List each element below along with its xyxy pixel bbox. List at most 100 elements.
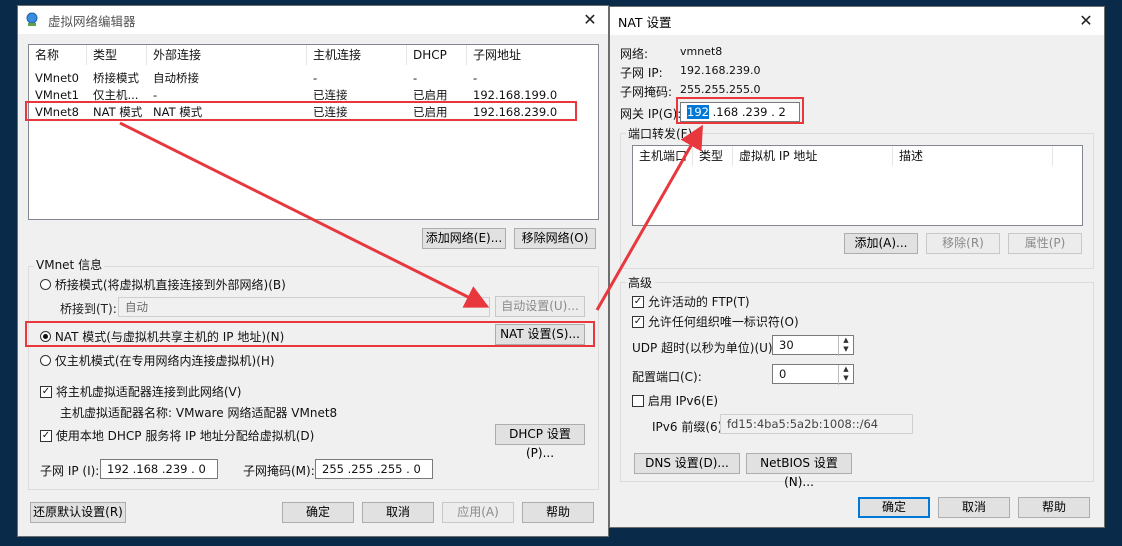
- col-type[interactable]: 类型: [87, 45, 147, 65]
- close-icon[interactable]: ✕: [580, 10, 600, 30]
- col-type[interactable]: 类型: [693, 146, 733, 166]
- subnet-mask-label: 子网掩码:: [620, 85, 673, 99]
- use-dhcp-label: 使用本地 DHCP 服务将 IP 地址分配给虚拟机(D): [55, 429, 315, 443]
- remove-network-button[interactable]: 移除网络(O): [514, 228, 596, 249]
- cancel-button[interactable]: 取消: [362, 502, 434, 523]
- add-network-button[interactable]: 添加网络(E)...: [422, 228, 506, 249]
- cell: 192.168.199.0: [473, 88, 558, 102]
- connect-adapter-checkbox[interactable]: ✓: [40, 385, 52, 398]
- subnet-mask-value: 255.255.255.0: [680, 83, 761, 96]
- nat-settings-button[interactable]: NAT 设置(S)...: [495, 324, 585, 345]
- hostonly-mode-label: 仅主机模式(在专用网络内连接虚拟机)(H): [54, 354, 275, 368]
- subnet-mask-field[interactable]: 255 .255 .255 . 0: [315, 459, 433, 479]
- config-port-value: 0: [779, 367, 787, 381]
- col-host-conn[interactable]: 主机连接: [307, 45, 407, 65]
- allow-uuid-option[interactable]: ✓ 允许任何组织唯一标识符(O): [632, 313, 799, 330]
- bridge-to-label: 桥接到(T):: [60, 302, 117, 316]
- ok-button[interactable]: 确定: [282, 502, 354, 523]
- network-label: 网络:: [620, 47, 649, 61]
- cell: 已连接: [313, 105, 348, 119]
- restore-defaults-button[interactable]: 还原默认设置(R): [30, 502, 126, 523]
- close-icon[interactable]: ✕: [1076, 11, 1096, 31]
- spin-arrows-icon[interactable]: ▲ ▼: [838, 365, 853, 385]
- allow-uuid-checkbox[interactable]: ✓: [632, 315, 644, 328]
- col-host-port[interactable]: 主机端口: [633, 146, 693, 166]
- network-list-header: 名称 类型 外部连接 主机连接 DHCP 子网地址: [29, 45, 577, 65]
- vmnet-info-label: VMnet 信息: [34, 256, 105, 273]
- netbios-settings-button[interactable]: NetBIOS 设置(N)...: [746, 453, 852, 489]
- bridge-to-select: 自动: [118, 297, 490, 317]
- enable-ipv6-checkbox[interactable]: [632, 394, 644, 407]
- connect-adapter-label: 将主机虚拟适配器连接到此网络(V): [55, 385, 242, 399]
- subnet-ip-field[interactable]: 192 .168 .239 . 0: [100, 459, 218, 479]
- cell: -: [313, 71, 318, 85]
- nat-radio[interactable]: [40, 331, 51, 342]
- connect-adapter-option[interactable]: ✓ 将主机虚拟适配器连接到此网络(V): [40, 383, 241, 400]
- nat-mode-label: NAT 模式(与虚拟机共享主机的 IP 地址)(N): [54, 330, 285, 344]
- cancel-button[interactable]: 取消: [938, 497, 1010, 518]
- port-forward-list[interactable]: 主机端口 类型 虚拟机 IP 地址 描述: [632, 145, 1083, 226]
- cell: 桥接模式: [93, 71, 139, 85]
- nat-titlebar: NAT 设置 ✕: [610, 7, 1104, 35]
- hostonly-mode-option[interactable]: 仅主机模式(在专用网络内连接虚拟机)(H): [40, 352, 275, 369]
- use-dhcp-checkbox[interactable]: ✓: [40, 429, 52, 442]
- network-app-icon: [26, 12, 38, 26]
- port-forward-label: 端口转发(F): [626, 125, 695, 142]
- cell: NAT 模式: [153, 105, 203, 119]
- allow-ftp-checkbox[interactable]: ✓: [632, 295, 644, 308]
- auto-settings-button: 自动设置(U)...: [495, 296, 585, 317]
- pf-remove-button: 移除(R): [926, 233, 1000, 254]
- use-dhcp-option[interactable]: ✓ 使用本地 DHCP 服务将 IP 地址分配给虚拟机(D): [40, 427, 314, 444]
- pf-add-button[interactable]: 添加(A)...: [844, 233, 918, 254]
- cell: NAT 模式: [93, 105, 143, 119]
- subnet-ip-label: 子网 IP (I):: [40, 464, 100, 478]
- nat-settings-window: NAT 设置 ✕ 网络: vmnet8 子网 IP: 192.168.239.0…: [609, 6, 1105, 528]
- gateway-ip-field[interactable]: 192 .168 .239 . 2: [680, 102, 800, 122]
- cell: -: [413, 71, 418, 85]
- ipv6-prefix-label: IPv6 前缀(6):: [652, 420, 727, 434]
- cell: VMnet8: [35, 105, 79, 119]
- bridge-radio[interactable]: [40, 279, 51, 290]
- allow-uuid-label: 允许任何组织唯一标识符(O): [647, 315, 799, 329]
- col-subnet[interactable]: 子网地址: [467, 45, 577, 65]
- network-value: vmnet8: [680, 45, 723, 58]
- help-button[interactable]: 帮助: [1018, 497, 1090, 518]
- col-vm-ip[interactable]: 虚拟机 IP 地址: [733, 146, 893, 166]
- bridge-mode-label: 桥接模式(将虚拟机直接连接到外部网络)(B): [54, 278, 286, 292]
- cell: 已启用: [413, 105, 448, 119]
- dns-settings-button[interactable]: DNS 设置(D)...: [634, 453, 740, 474]
- enable-ipv6-option[interactable]: 启用 IPv6(E): [632, 392, 718, 409]
- vne-title: 虚拟网络编辑器: [48, 13, 136, 29]
- subnet-ip-label: 子网 IP:: [620, 66, 663, 80]
- gateway-label: 网关 IP(G):: [620, 107, 682, 121]
- hostonly-radio[interactable]: [40, 355, 51, 366]
- subnet-mask-label: 子网掩码(M):: [243, 464, 315, 478]
- config-port-label: 配置端口(C):: [632, 370, 702, 384]
- nat-title: NAT 设置: [618, 14, 672, 30]
- col-name[interactable]: 名称: [29, 45, 87, 65]
- network-list[interactable]: 名称 类型 外部连接 主机连接 DHCP 子网地址 VMnet0 桥接模式 自动…: [28, 44, 599, 220]
- cell: -: [473, 71, 478, 85]
- dhcp-settings-button[interactable]: DHCP 设置(P)...: [495, 424, 585, 460]
- virtual-network-editor-window: 虚拟网络编辑器 ✕ 名称 类型 外部连接 主机连接 DHCP 子网地址 VMne…: [17, 5, 609, 537]
- apply-button: 应用(A): [442, 502, 514, 523]
- col-external[interactable]: 外部连接: [147, 45, 307, 65]
- port-forward-header: 主机端口 类型 虚拟机 IP 地址 描述: [633, 146, 1053, 166]
- cell: 192.168.239.0: [473, 105, 558, 119]
- help-button[interactable]: 帮助: [522, 502, 594, 523]
- spin-arrows-icon[interactable]: ▲ ▼: [838, 336, 853, 356]
- pf-properties-button: 属性(P): [1008, 233, 1082, 254]
- col-description[interactable]: 描述: [893, 146, 1053, 166]
- col-dhcp[interactable]: DHCP: [407, 45, 467, 65]
- nat-mode-option[interactable]: NAT 模式(与虚拟机共享主机的 IP 地址)(N): [40, 328, 284, 345]
- cell: 已启用: [413, 88, 448, 102]
- allow-ftp-option[interactable]: ✓ 允许活动的 FTP(T): [632, 293, 750, 310]
- ok-button[interactable]: 确定: [858, 497, 930, 518]
- allow-ftp-label: 允许活动的 FTP(T): [647, 295, 750, 309]
- cell: VMnet1: [35, 88, 79, 102]
- bridge-mode-option[interactable]: 桥接模式(将虚拟机直接连接到外部网络)(B): [40, 276, 286, 293]
- udp-timeout-stepper[interactable]: 30 ▲ ▼: [772, 335, 854, 356]
- config-port-stepper[interactable]: 0 ▲ ▼: [772, 364, 854, 385]
- cell: 已连接: [313, 88, 348, 102]
- udp-timeout-value: 30: [779, 338, 794, 352]
